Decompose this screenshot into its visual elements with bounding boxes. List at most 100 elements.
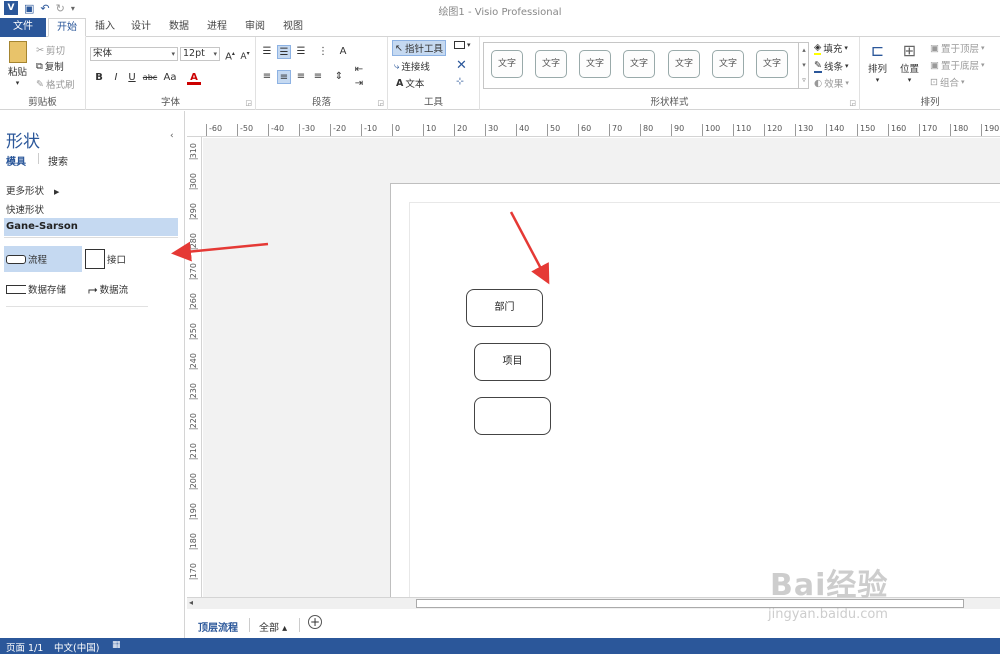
- fill-button[interactable]: ◈ 填充 ▾: [814, 41, 848, 55]
- align-bottom-icon[interactable]: ☰: [294, 45, 308, 59]
- align-top-icon[interactable]: ☰: [260, 45, 274, 59]
- bring-to-front-button[interactable]: ▣ 置于顶层 ▾: [930, 41, 985, 56]
- align-right-icon[interactable]: ≡: [294, 70, 308, 84]
- tab-stencils[interactable]: 模具: [6, 153, 26, 168]
- effects-button[interactable]: ◐ 效果 ▾: [814, 76, 849, 91]
- ruler-tick-label: 90: [671, 124, 684, 136]
- macro-record-icon[interactable]: ▦: [112, 640, 121, 650]
- ruler-tick-label: 300: [189, 173, 198, 190]
- chevron-down-icon: ▾: [960, 78, 965, 86]
- italic-button[interactable]: I: [109, 71, 123, 85]
- tab-home[interactable]: 开始: [48, 18, 86, 37]
- dialog-launcher-icon[interactable]: ◲: [245, 99, 252, 107]
- cut-button[interactable]: ✂ 剪切: [36, 43, 65, 58]
- paste-button[interactable]: 粘贴 ▾: [8, 41, 27, 87]
- shape-process[interactable]: 流程: [4, 246, 82, 272]
- font-size-select[interactable]: 12pt ▾: [180, 47, 220, 61]
- align-middle-icon[interactable]: ☰: [277, 45, 291, 59]
- collapse-panel-icon[interactable]: ‹: [170, 131, 174, 141]
- tab-design[interactable]: 设计: [124, 18, 158, 37]
- pointer-tool-button[interactable]: ↖ 指针工具: [392, 40, 446, 56]
- style-thumbnail[interactable]: 文字: [756, 50, 788, 78]
- ruler-tick-label: 50: [547, 124, 560, 136]
- change-case-button[interactable]: Aa: [161, 71, 179, 85]
- decrease-indent-icon[interactable]: ⇤: [352, 63, 366, 77]
- font-name-select[interactable]: 宋体 ▾: [90, 47, 178, 61]
- drawing-page[interactable]: [390, 183, 1000, 597]
- more-shapes-link[interactable]: 更多形状 ▶: [6, 183, 59, 197]
- process-shape-icon: [6, 254, 26, 264]
- gallery-scroll[interactable]: ▴ ▾ ▿: [798, 43, 809, 88]
- process-shape-project[interactable]: 项目: [474, 343, 551, 381]
- align-center-icon[interactable]: ≡: [277, 70, 291, 84]
- strikethrough-button[interactable]: abc: [141, 71, 159, 85]
- align-left-icon[interactable]: ≡: [260, 70, 274, 84]
- tab-insert[interactable]: 插入: [88, 18, 122, 37]
- drawing-canvas[interactable]: 部门 项目: [203, 138, 1000, 597]
- text-tool-button[interactable]: A 文本: [396, 76, 424, 91]
- font-color-button[interactable]: A: [187, 71, 201, 85]
- group-button[interactable]: ⊡ 组合 ▾: [930, 75, 965, 90]
- shrink-font-icon[interactable]: A▾: [238, 47, 252, 62]
- horizontal-ruler[interactable]: -60 -50 -40 -30 -20 -10 0 10 20 30 40 50…: [187, 122, 1000, 137]
- shape-data-store[interactable]: 数据存储: [6, 276, 66, 302]
- copy-button[interactable]: ⧉ 复制: [36, 59, 64, 74]
- process-shape-department[interactable]: 部门: [466, 289, 543, 327]
- bullets-icon[interactable]: ⋮: [316, 45, 330, 59]
- language-indicator[interactable]: 中文(中国): [54, 640, 99, 654]
- tab-file[interactable]: 文件: [0, 18, 46, 37]
- chevron-down-icon: ▾: [844, 62, 849, 70]
- increase-indent-icon[interactable]: ⇥: [352, 77, 366, 91]
- tab-process[interactable]: 进程: [200, 18, 234, 37]
- dialog-launcher-icon[interactable]: ◲: [377, 99, 384, 107]
- align-shapes-icon: ⊏: [870, 41, 885, 60]
- tab-data[interactable]: 数据: [162, 18, 196, 37]
- underline-button[interactable]: U: [125, 71, 139, 85]
- tab-view[interactable]: 视图: [276, 18, 310, 37]
- style-thumbnail[interactable]: 文字: [535, 50, 567, 78]
- ruler-tick-label: 240: [189, 353, 198, 370]
- scroll-left-icon[interactable]: ◂: [189, 598, 193, 607]
- tab-search[interactable]: 搜索: [48, 153, 68, 168]
- spacing-icon[interactable]: ⇕: [332, 70, 346, 84]
- group-paragraph: ☰ ☰ ☰ ⋮ A ≡ ≡ ≡ ≡ ⇕ ⇤ ⇥ 段落 ◲: [256, 37, 388, 110]
- style-thumbnail[interactable]: 文字: [712, 50, 744, 78]
- all-pages-button[interactable]: 全部 ▴: [259, 619, 287, 634]
- add-page-icon[interactable]: +: [308, 615, 322, 629]
- page-indicator[interactable]: 页面 1/1: [6, 640, 43, 654]
- rectangle-tool-button[interactable]: ▾: [454, 41, 471, 49]
- style-thumbnail[interactable]: 文字: [491, 50, 523, 78]
- tab-review[interactable]: 审阅: [238, 18, 272, 37]
- vertical-ruler[interactable]: 310 300 290 280 270 260 250 240 230 220 …: [187, 137, 202, 597]
- quick-shapes-link[interactable]: 快速形状: [6, 202, 44, 216]
- page-tab-top-process[interactable]: 顶层流程: [198, 619, 238, 634]
- shape-interface[interactable]: 接口: [85, 246, 126, 272]
- fill-bucket-icon: ◈: [814, 41, 822, 55]
- line-button[interactable]: ✎ 线条 ▾: [814, 59, 849, 73]
- style-thumbnail[interactable]: 文字: [668, 50, 700, 78]
- ruler-tick-label: 130: [795, 124, 813, 136]
- send-to-back-button[interactable]: ▣ 置于底层 ▾: [930, 58, 985, 73]
- position-button[interactable]: ⊞ 位置 ▾: [900, 41, 919, 84]
- bold-button[interactable]: B: [92, 71, 106, 85]
- shape-data-flow[interactable]: ⮣ 数据流: [88, 276, 128, 302]
- grow-font-icon[interactable]: A▴: [223, 47, 237, 62]
- shapes-panel: 形状 ‹ 模具 搜索 更多形状 ▶ 快速形状 Gane-Sarson 流程 接口 …: [0, 111, 185, 638]
- connector-button[interactable]: ⤷ 连接线: [394, 59, 430, 74]
- process-shape-empty[interactable]: [474, 397, 551, 435]
- stencil-title[interactable]: Gane-Sarson: [4, 218, 178, 236]
- connection-point-icon[interactable]: ⊹: [456, 76, 464, 87]
- chevron-down-icon: ▾: [845, 79, 849, 87]
- group-label: 字体: [160, 97, 180, 108]
- title-bar: V ▣ ↶ ↻ ▾ 绘图1 - Visio Professional: [0, 0, 1000, 18]
- format-painter-button[interactable]: ✎ 格式刷: [36, 77, 74, 92]
- ribbon-tabs: 文件 开始 插入 设计 数据 进程 审阅 视图: [0, 18, 1000, 37]
- justify-icon[interactable]: ≡: [311, 70, 325, 84]
- style-thumbnail[interactable]: 文字: [579, 50, 611, 78]
- dialog-launcher-icon[interactable]: ◲: [849, 99, 856, 107]
- style-thumbnail[interactable]: 文字: [623, 50, 655, 78]
- ruler-tick-label: 250: [189, 323, 198, 340]
- text-direction-icon[interactable]: A: [336, 45, 350, 59]
- arrange-button[interactable]: ⊏ 排列 ▾: [868, 41, 887, 84]
- close-icon[interactable]: ✕: [456, 58, 467, 73]
